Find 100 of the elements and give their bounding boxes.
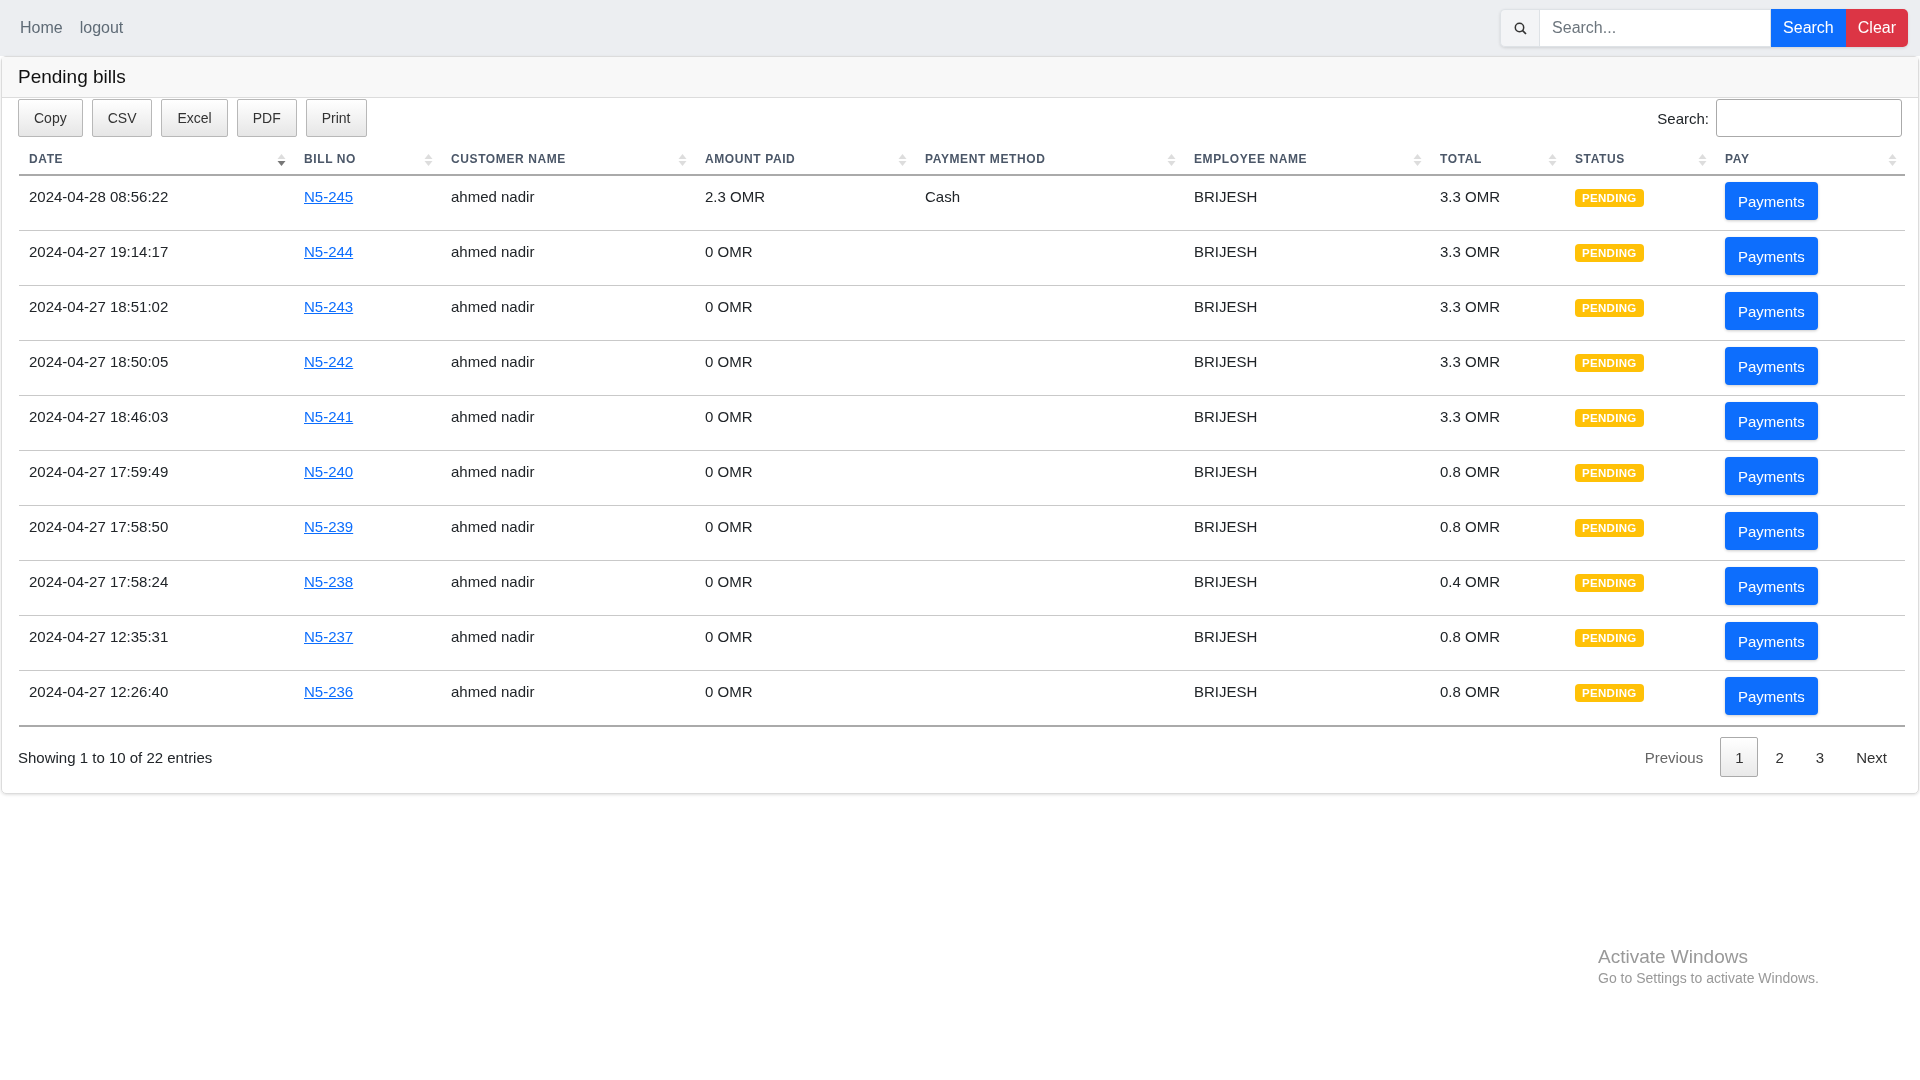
column-header[interactable]: PAYMENT METHOD xyxy=(925,152,1046,166)
filter-label: Search: xyxy=(1657,109,1709,127)
table-cell: 0 OMR xyxy=(705,518,753,535)
table-cell: ahmed nadir xyxy=(451,628,535,645)
card-title: Pending bills xyxy=(18,66,126,88)
table-cell: BRIJESH xyxy=(1194,353,1258,370)
table-cell: 2024-04-27 17:58:24 xyxy=(29,573,169,590)
payments-button[interactable]: Payments xyxy=(1725,402,1818,440)
bill-link[interactable]: N5-240 xyxy=(304,463,354,480)
filter-field[interactable] xyxy=(1716,99,1902,137)
table-cell: ahmed nadir xyxy=(451,683,535,700)
search-icon xyxy=(1513,21,1527,35)
table-cell: ahmed nadir xyxy=(451,243,535,260)
table-cell: BRIJESH xyxy=(1194,298,1258,315)
status-badge: PENDING xyxy=(1575,464,1644,482)
table-cell: ahmed nadir xyxy=(451,573,535,590)
table-cell: 2024-04-27 18:50:05 xyxy=(29,353,169,370)
page-button[interactable]: 1 xyxy=(1720,737,1759,777)
activation-text: Go to Settings to activate Windows. xyxy=(1598,970,1819,986)
table-cell: ahmed nadir xyxy=(451,408,535,425)
table-cell: 3.3 OMR xyxy=(1440,353,1500,370)
bill-link[interactable]: N5-236 xyxy=(304,683,354,700)
table-cell: 3.3 OMR xyxy=(1440,298,1500,315)
table-cell: 2024-04-27 18:46:03 xyxy=(29,408,169,425)
table-cell: 0 OMR xyxy=(705,353,753,370)
bill-link[interactable]: N5-243 xyxy=(304,298,354,315)
payments-button[interactable]: Payments xyxy=(1725,457,1818,495)
table-cell: 0 OMR xyxy=(705,463,753,480)
payments-button[interactable]: Payments xyxy=(1725,347,1818,385)
export-button[interactable]: Print xyxy=(305,99,367,137)
bill-link[interactable]: N5-241 xyxy=(304,408,354,425)
export-button[interactable]: CSV xyxy=(91,99,153,137)
payments-button[interactable]: Payments xyxy=(1725,237,1818,275)
table-cell: ahmed nadir xyxy=(451,353,535,370)
status-badge: PENDING xyxy=(1575,519,1644,537)
nav-link[interactable]: Home xyxy=(20,19,63,37)
page-button[interactable]: 2 xyxy=(1760,737,1799,777)
clear-button[interactable]: Clear xyxy=(1845,9,1908,47)
table-cell: 2024-04-27 17:59:49 xyxy=(29,463,169,480)
table-cell: 0.8 OMR xyxy=(1440,628,1500,645)
table-cell: 3.3 OMR xyxy=(1440,408,1500,425)
nav-link[interactable]: logout xyxy=(79,19,124,37)
column-header[interactable]: EMPLOYEE NAME xyxy=(1194,152,1308,166)
table-cell: 2024-04-27 12:35:31 xyxy=(29,628,169,645)
bill-link[interactable]: N5-244 xyxy=(304,243,354,260)
export-button[interactable]: Excel xyxy=(161,99,228,137)
table-cell: 2024-04-27 18:51:02 xyxy=(29,298,169,315)
payments-button[interactable]: Payments xyxy=(1725,512,1818,550)
activation-title: Activate Windows xyxy=(1598,946,1749,968)
payments-button[interactable]: Payments xyxy=(1725,182,1818,220)
status-badge: PENDING xyxy=(1575,629,1644,647)
table-cell: 3.3 OMR xyxy=(1440,188,1500,205)
bill-link[interactable]: N5-239 xyxy=(304,518,354,535)
table-cell: 2024-04-27 12:26:40 xyxy=(29,683,169,700)
table-cell: BRIJESH xyxy=(1194,408,1258,425)
status-badge: PENDING xyxy=(1575,354,1644,372)
table-cell: 0.8 OMR xyxy=(1440,683,1500,700)
payments-button[interactable]: Payments xyxy=(1725,677,1818,715)
status-badge: PENDING xyxy=(1575,189,1644,207)
export-button[interactable]: PDF xyxy=(236,99,297,137)
bill-link[interactable]: N5-245 xyxy=(304,188,354,205)
table-cell: 2024-04-28 08:56:22 xyxy=(29,188,169,205)
table-cell: ahmed nadir xyxy=(451,188,535,205)
table-cell: BRIJESH xyxy=(1194,243,1258,260)
status-badge: PENDING xyxy=(1575,299,1644,317)
payments-button[interactable]: Payments xyxy=(1725,567,1818,605)
search-button[interactable]: Search xyxy=(1771,9,1846,47)
table-cell: BRIJESH xyxy=(1194,683,1258,700)
table-cell: 0 OMR xyxy=(705,243,753,260)
bill-link[interactable]: N5-242 xyxy=(304,353,354,370)
column-header[interactable]: BILL NO xyxy=(304,152,356,166)
bill-link[interactable]: N5-237 xyxy=(304,628,354,645)
table-cell: 0.4 OMR xyxy=(1440,573,1500,590)
table-cell: 0.8 OMR xyxy=(1440,518,1500,535)
bill-link[interactable]: N5-238 xyxy=(304,573,354,590)
table-cell: 0 OMR xyxy=(705,573,753,590)
table-cell: BRIJESH xyxy=(1194,628,1258,645)
search-field[interactable]: Search... xyxy=(1539,9,1772,47)
table-cell: ahmed nadir xyxy=(451,463,535,480)
table-cell: 2024-04-27 19:14:17 xyxy=(29,243,169,260)
table-cell: BRIJESH xyxy=(1194,518,1258,535)
table-cell: 0.8 OMR xyxy=(1440,463,1500,480)
table-cell: 3.3 OMR xyxy=(1440,243,1500,260)
entries-info: Showing 1 to 10 of 22 entries xyxy=(18,748,213,766)
column-header[interactable]: AMOUNT PAID xyxy=(705,152,796,166)
table-cell: 0 OMR xyxy=(705,298,753,315)
column-header[interactable]: STATUS xyxy=(1575,152,1625,166)
payments-button[interactable]: Payments xyxy=(1725,622,1818,660)
status-badge: PENDING xyxy=(1575,244,1644,262)
export-button[interactable]: Copy xyxy=(18,99,83,137)
table-cell: 0 OMR xyxy=(705,408,753,425)
column-header[interactable]: PAY xyxy=(1725,152,1750,166)
column-header[interactable]: CUSTOMER NAME xyxy=(451,152,566,166)
next-button[interactable]: Next xyxy=(1841,737,1902,777)
table-cell: BRIJESH xyxy=(1194,188,1258,205)
column-header[interactable]: DATE xyxy=(29,152,64,166)
payments-button[interactable]: Payments xyxy=(1725,292,1818,330)
page-button[interactable]: 3 xyxy=(1800,737,1840,777)
column-header[interactable]: TOTAL xyxy=(1440,152,1482,166)
table-cell: 0 OMR xyxy=(705,628,753,645)
